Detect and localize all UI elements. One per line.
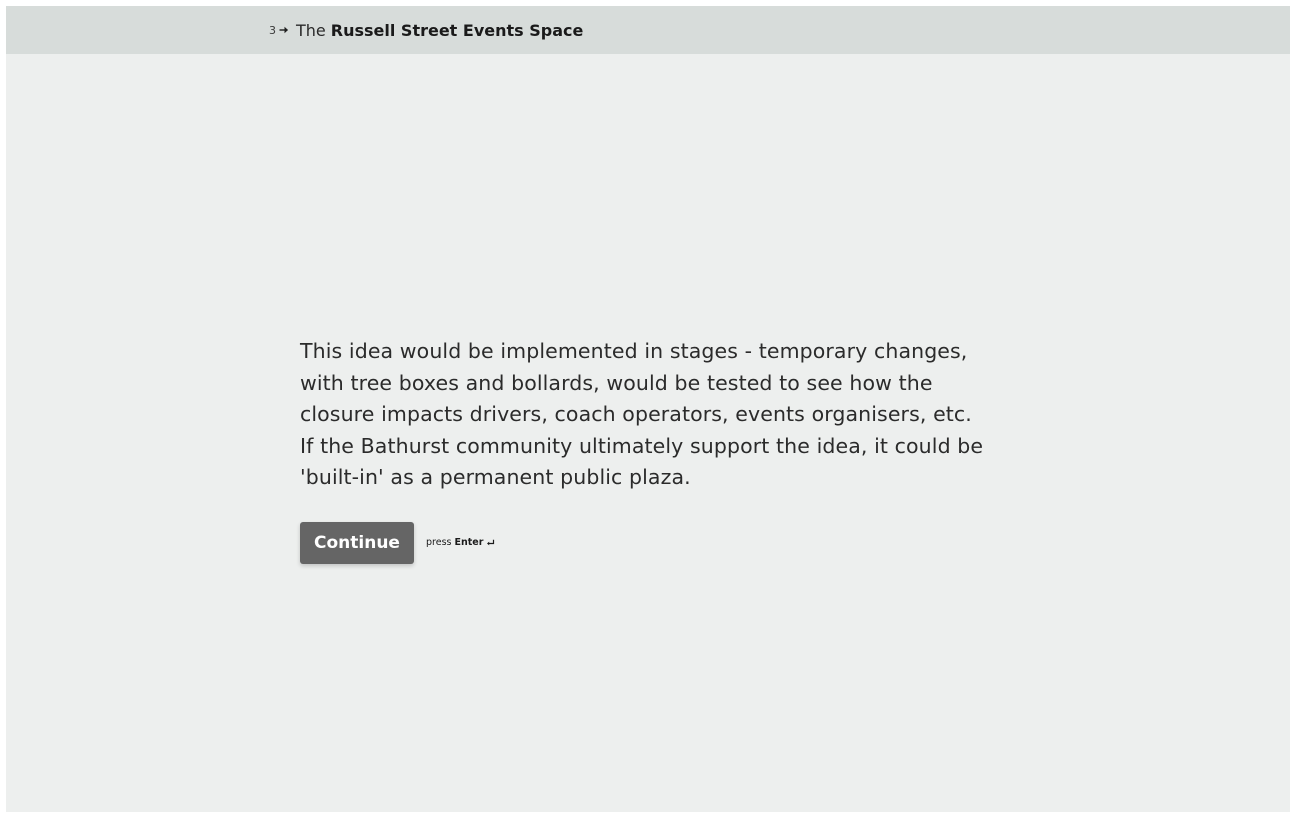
- question-heading: 3 The Russell Street Events Space: [269, 6, 583, 54]
- actions-row: Continue press Enter: [300, 521, 990, 564]
- question-title-prefix: The: [296, 20, 326, 40]
- press-enter-hint: press Enter: [426, 537, 495, 548]
- continue-button[interactable]: Continue: [300, 521, 414, 564]
- question-title: Russell Street Events Space: [330, 20, 584, 40]
- arrow-right-icon: [279, 25, 290, 35]
- question-header: 3 The Russell Street Events Space: [6, 6, 1290, 54]
- statement-text: This idea would be implemented in stages…: [300, 339, 984, 490]
- enter-return-icon: [486, 539, 495, 547]
- hint-prefix: press: [426, 537, 452, 549]
- form-screen: 3 The Russell Street Events Space This i…: [6, 6, 1290, 812]
- hint-key: Enter: [454, 537, 484, 549]
- question-number: 3: [269, 23, 276, 37]
- statement-block: This idea would be implemented in stages…: [300, 336, 990, 564]
